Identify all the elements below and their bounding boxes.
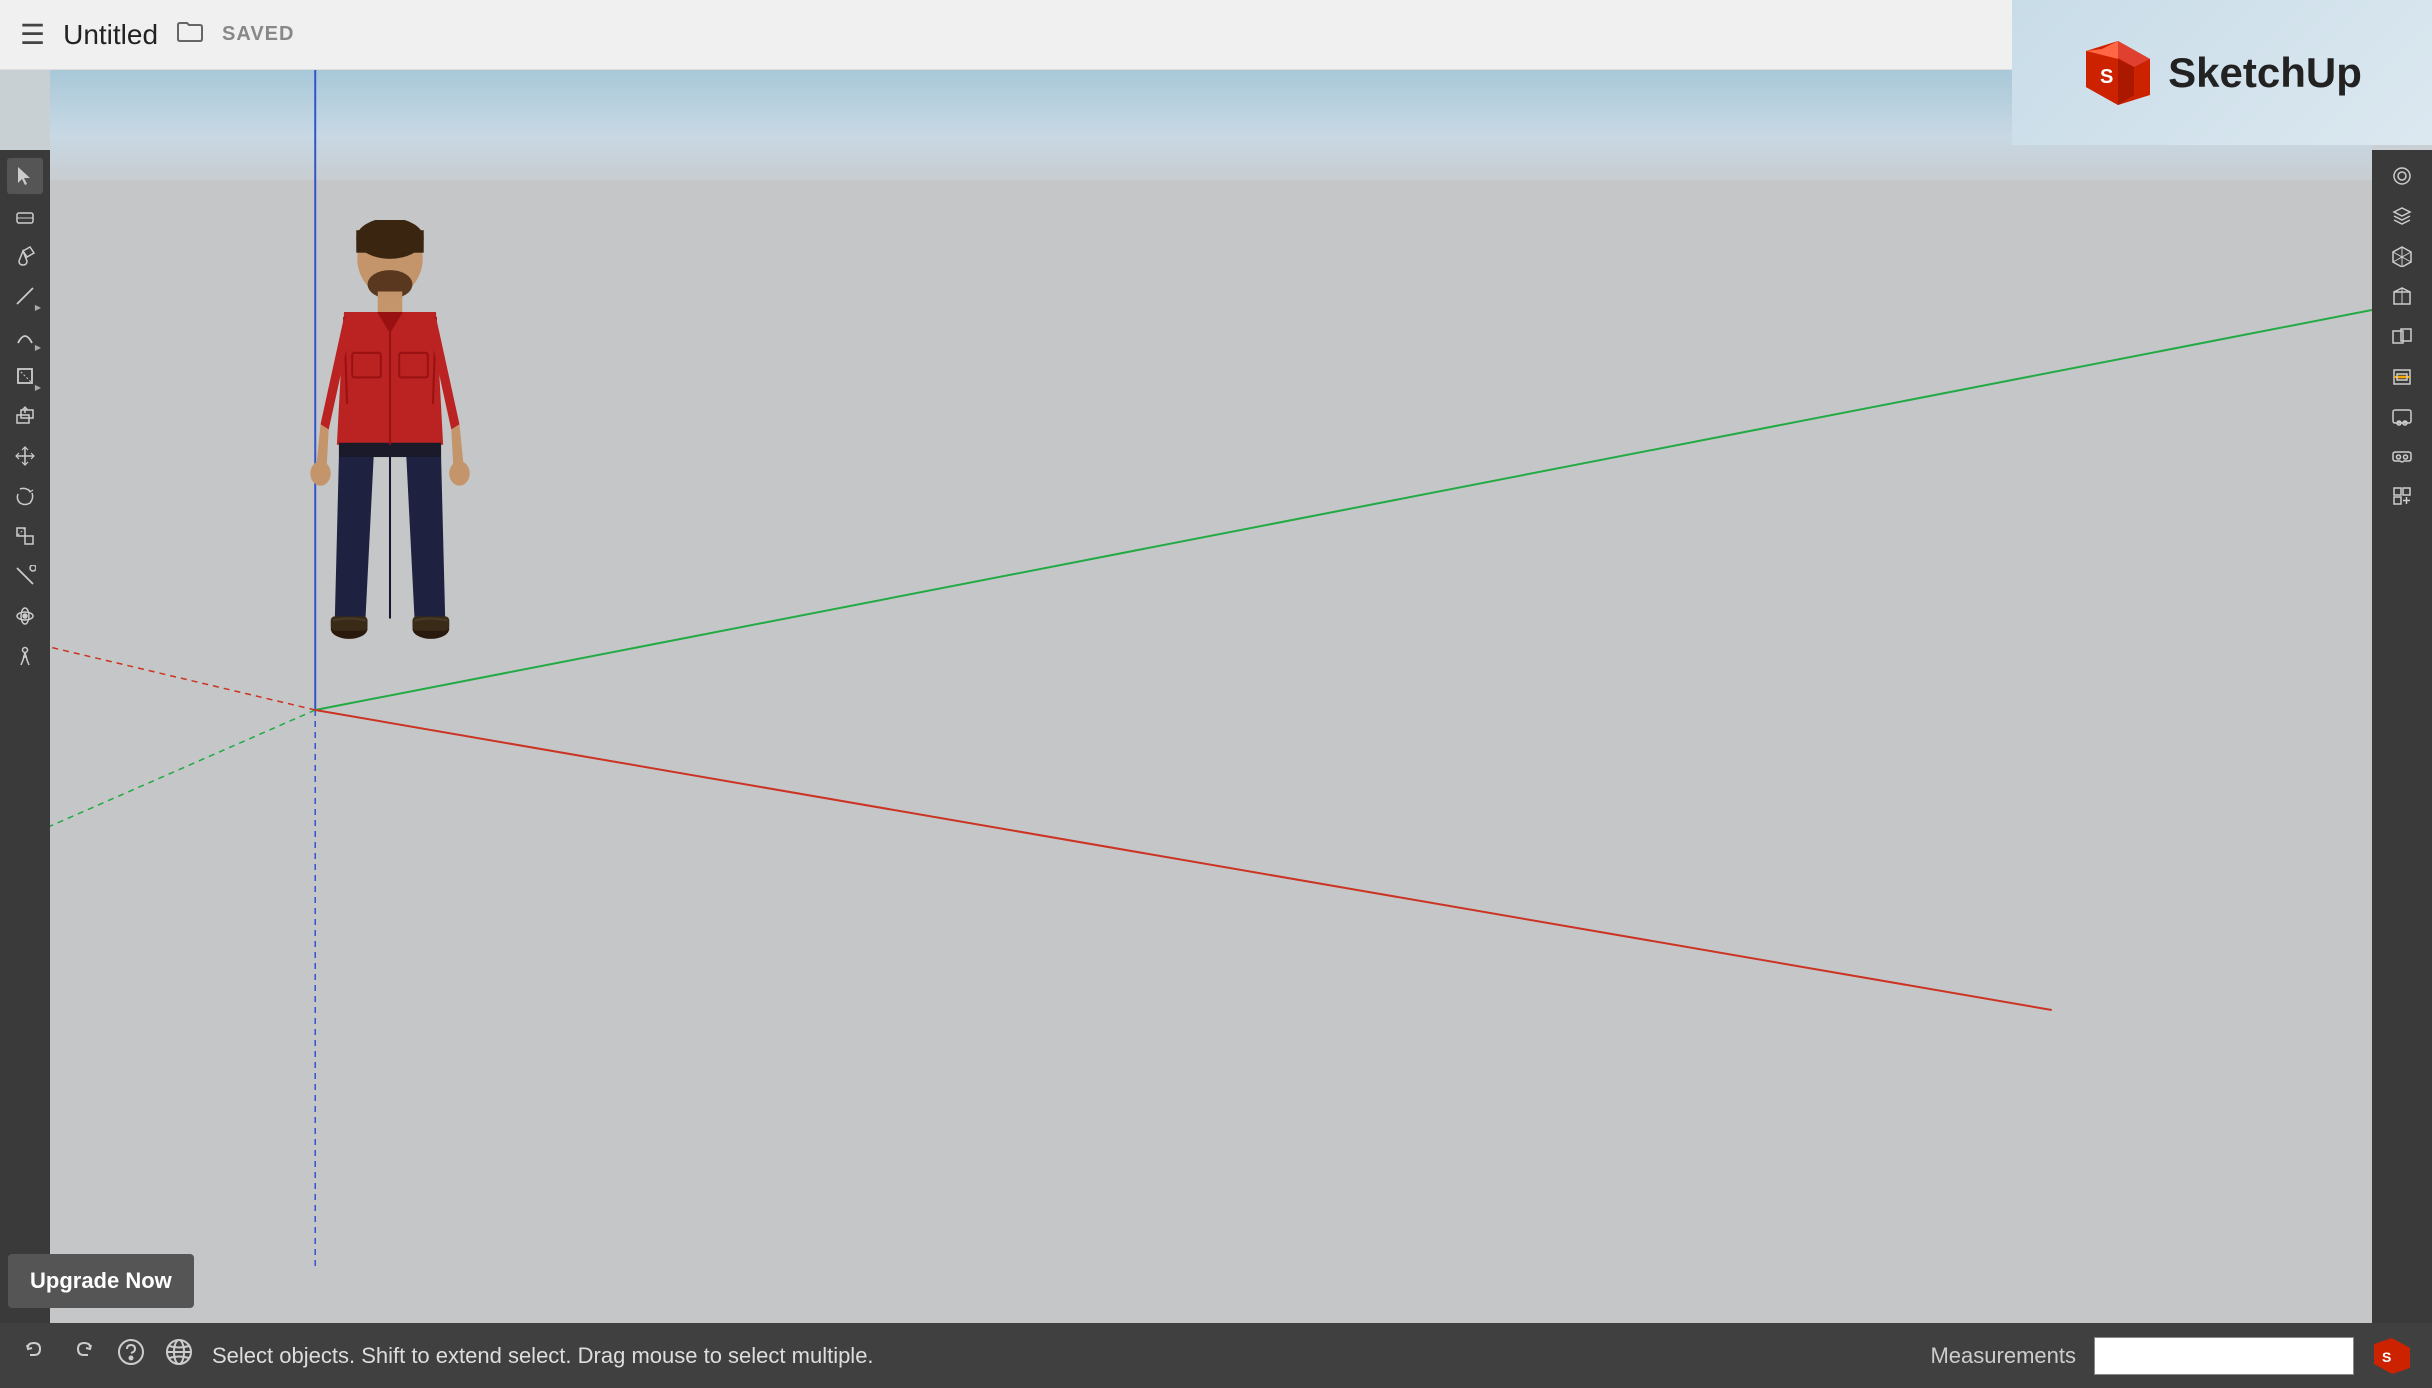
scale-tool-button[interactable]: [7, 518, 43, 554]
folder-icon[interactable]: [176, 19, 204, 50]
line-tool-button[interactable]: ▶: [7, 278, 43, 314]
sections-tool-button[interactable]: [2384, 358, 2420, 394]
measurements-input[interactable]: [2094, 1337, 2354, 1375]
eraser-tool-button[interactable]: [7, 198, 43, 234]
layers-panel-button[interactable]: [2384, 198, 2420, 234]
3d-warehouse-button[interactable]: [2384, 278, 2420, 314]
vr-ar-button[interactable]: [2384, 438, 2420, 474]
arc-tool-button[interactable]: ▶: [7, 318, 43, 354]
push-pull-tool-button[interactable]: [7, 398, 43, 434]
svg-text:S: S: [2382, 1349, 2391, 1365]
upgrade-now-button[interactable]: Upgrade Now: [8, 1254, 194, 1308]
left-toolbar: ▶ ▶ ▶: [0, 150, 50, 1323]
paint-bucket-tool-button[interactable]: [7, 238, 43, 274]
save-status-badge: SAVED: [222, 23, 294, 46]
extensions-button[interactable]: [2384, 478, 2420, 514]
globe-button[interactable]: [164, 1337, 194, 1374]
walk-tool-button[interactable]: [7, 638, 43, 674]
sketchup-brand-name: SketchUp: [2168, 49, 2362, 97]
select-tool-button[interactable]: [7, 158, 43, 194]
svg-text:S: S: [2100, 66, 2113, 88]
solid-tools-button[interactable]: [2384, 318, 2420, 354]
human-figure: [285, 220, 495, 690]
help-button[interactable]: [116, 1337, 146, 1374]
document-title: Untitled: [63, 19, 158, 51]
main-viewport[interactable]: [50, 70, 2372, 1323]
redo-button[interactable]: [68, 1337, 98, 1374]
move-tool-button[interactable]: [7, 438, 43, 474]
status-bar-text: Select objects. Shift to extend select. …: [212, 1343, 1912, 1369]
orbit-tool-button[interactable]: [7, 598, 43, 634]
undo-button[interactable]: [20, 1337, 50, 1374]
sketchup-brand-icon: S: [2082, 37, 2154, 109]
scenes-panel-button[interactable]: [2384, 398, 2420, 434]
hamburger-menu-icon[interactable]: ☰: [20, 18, 45, 51]
rotate-tool-button[interactable]: [7, 478, 43, 514]
tape-measure-tool-button[interactable]: [7, 558, 43, 594]
styles-panel-button[interactable]: [2384, 158, 2420, 194]
measurements-label: Measurements: [1930, 1343, 2076, 1369]
sketchup-small-icon: S: [2372, 1336, 2412, 1376]
bottom-bar: Select objects. Shift to extend select. …: [0, 1323, 2432, 1388]
sketchup-logo: S SketchUp: [2012, 0, 2432, 145]
right-toolbar: [2372, 150, 2432, 1323]
shape-tool-button[interactable]: ▶: [7, 358, 43, 394]
components-panel-button[interactable]: [2384, 238, 2420, 274]
